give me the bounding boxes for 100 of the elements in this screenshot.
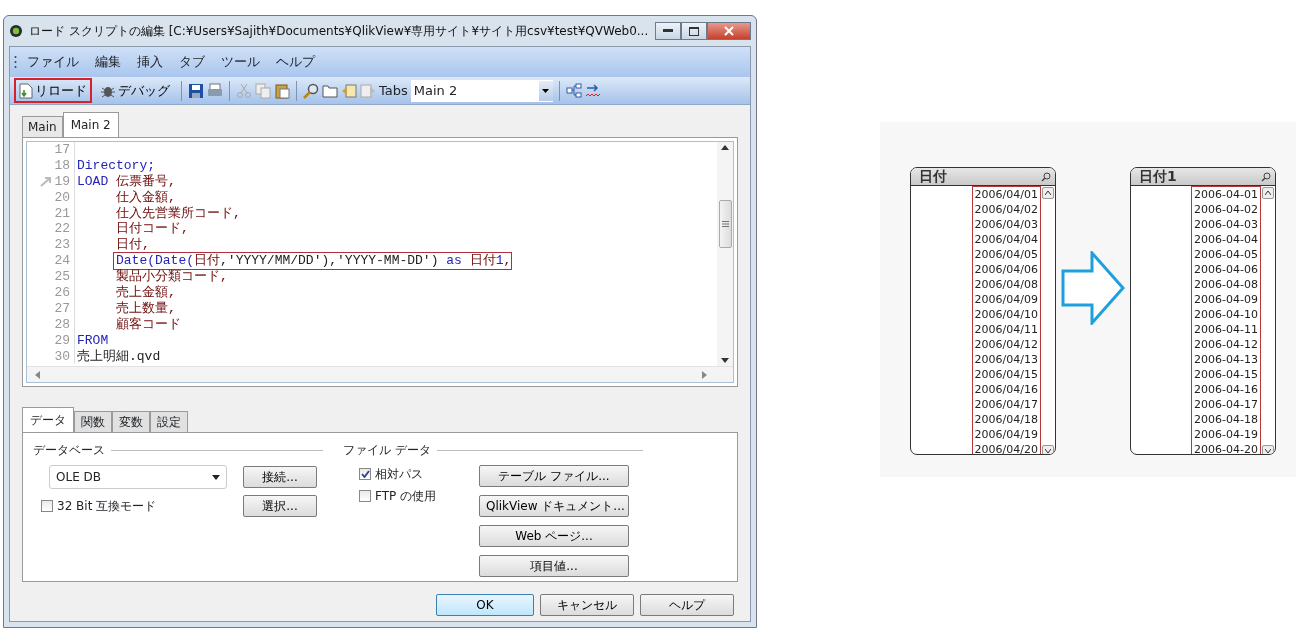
checkbox-label: 相対パス [375, 466, 423, 483]
list-value[interactable]: 2006-04-13 [1192, 352, 1260, 367]
right-arrow-icon [1061, 251, 1125, 325]
scrollbar-thumb[interactable] [718, 200, 732, 248]
list-value[interactable]: 2006-04-06 [1192, 262, 1260, 277]
list-value[interactable]: 2006/04/01 [972, 187, 1040, 202]
list-value[interactable]: 2006-04-02 [1192, 202, 1260, 217]
clipboard-icon[interactable] [274, 82, 290, 99]
checkbox-label: FTP の使用 [375, 488, 437, 505]
scroll-down-button[interactable] [1042, 445, 1054, 454]
folder-icon[interactable] [322, 82, 338, 99]
list-value[interactable]: 2006/04/03 [972, 217, 1040, 232]
file-data-button[interactable]: Web ページ... [479, 525, 629, 547]
debug-button[interactable]: デバッグ [95, 77, 175, 104]
group-label: ファイル データ [343, 442, 431, 459]
list-value[interactable]: 2006/04/15 [972, 367, 1040, 382]
dialog-button[interactable]: ヘルプ [640, 594, 734, 616]
panel-tab[interactable]: 関数 [74, 411, 112, 432]
script-tab[interactable]: Main [22, 116, 63, 137]
file-data-button[interactable]: 項目値... [479, 555, 629, 577]
list-value[interactable]: 2006/04/13 [972, 352, 1040, 367]
list-value[interactable]: 2006-04-03 [1192, 217, 1260, 232]
caret-icon [1045, 191, 1051, 195]
scroll-left-icon[interactable] [35, 370, 40, 379]
menu-item[interactable]: ファイル [21, 50, 85, 74]
connect-button[interactable]: 接続... [243, 466, 317, 488]
script-editor[interactable]: 17 18 Directory; 19 LOAD 伝票番号, 20 仕入金額, 21 仕入先営業所コード, 22 日付コード, 23 日付, 24 Date(Date(日付,'YYYY/MM/DD'),'YYYY-MM-DD') as 日付1, 25 製品小分類コード, 26 売上金額, 27 売上数量, 28 顧客コード 29 FROM 30 売上明細.qvd [26, 141, 734, 383]
select-button[interactable]: 選択... [243, 495, 317, 517]
file-data-button[interactable]: QlikView ドキュメント... [479, 495, 629, 517]
list-value[interactable]: 2006-04-04 [1192, 232, 1260, 247]
checkbox[interactable] [359, 468, 371, 480]
dialog-button[interactable]: キャンセル [540, 594, 634, 616]
list-value[interactable]: 2006-04-11 [1192, 322, 1260, 337]
panel-tab[interactable]: 設定 [150, 411, 188, 432]
tabs-dropdown[interactable]: Main 2 [410, 79, 553, 102]
maximize-button[interactable] [681, 22, 707, 40]
syntax-check-icon[interactable] [584, 82, 601, 99]
scroll-down-button[interactable] [1262, 445, 1274, 454]
list-value[interactable]: 2006/04/04 [972, 232, 1040, 247]
menu-item[interactable]: 編集 [89, 50, 127, 74]
list-value[interactable]: 2006-04-09 [1192, 292, 1260, 307]
file-data-button[interactable]: テーブル ファイル... [479, 465, 629, 487]
line-number: 17 [54, 142, 70, 158]
list-value[interactable]: 2006-04-10 [1192, 307, 1260, 322]
list-value[interactable]: 2006-04-08 [1192, 277, 1260, 292]
script-tab[interactable]: Main 2 [62, 112, 119, 137]
search-icon[interactable] [1041, 171, 1051, 182]
menu-item[interactable]: タブ [173, 50, 211, 74]
list-value[interactable]: 2006-04-18 [1192, 412, 1260, 427]
list-value[interactable]: 2006/04/06 [972, 262, 1040, 277]
list-value[interactable]: 2006/04/16 [972, 382, 1040, 397]
line-number: 28 [54, 316, 70, 333]
list-value[interactable]: 2006/04/09 [972, 292, 1040, 307]
menu-item[interactable]: 挿入 [131, 50, 169, 74]
checkbox[interactable] [359, 490, 371, 502]
scroll-up-button[interactable] [1042, 187, 1054, 199]
search-icon[interactable] [303, 82, 319, 99]
list-value[interactable]: 2006-04-20 [1192, 442, 1260, 454]
list-value[interactable]: 2006/04/17 [972, 397, 1040, 412]
dialog-button[interactable]: OK [436, 594, 534, 616]
panel-tab[interactable]: データ [22, 407, 74, 432]
reload-button[interactable]: リロード [14, 77, 92, 104]
code-line: 売上数量, [115, 300, 176, 317]
panel-tab[interactable]: 変数 [112, 411, 150, 432]
scroll-up-button[interactable] [1262, 187, 1274, 199]
line-number: 27 [54, 300, 70, 317]
list-value[interactable]: 2006/04/18 [972, 412, 1040, 427]
list-value[interactable]: 2006/04/08 [972, 277, 1040, 292]
scroll-down-icon[interactable] [721, 358, 729, 363]
list-value[interactable]: 2006/04/12 [972, 337, 1040, 352]
list-value[interactable]: 2006/04/10 [972, 307, 1040, 322]
list-value[interactable]: 2006/04/19 [972, 427, 1040, 442]
list-value[interactable]: 2006-04-12 [1192, 337, 1260, 352]
line-number: 24 [54, 253, 70, 270]
code-line: 顧客コード [115, 316, 181, 333]
list-value[interactable]: 2006-04-01 [1192, 187, 1260, 202]
code-line: Date(Date(日付,'YYYY/MM/DD'),'YYYY-MM-DD') as 日付1, [114, 253, 512, 270]
list-value[interactable]: 2006-04-05 [1192, 247, 1260, 262]
table-structure-icon[interactable] [565, 82, 582, 99]
list-box-title: 日付1 [1139, 168, 1177, 186]
close-button[interactable] [707, 22, 751, 40]
database-select[interactable]: OLE DB [49, 465, 227, 489]
menu-item[interactable]: ヘルプ [270, 50, 321, 74]
list-value[interactable]: 2006/04/05 [972, 247, 1040, 262]
list-value[interactable]: 2006-04-17 [1192, 397, 1260, 412]
list-value[interactable]: 2006-04-16 [1192, 382, 1260, 397]
scroll-up-icon[interactable] [721, 145, 729, 150]
save-icon[interactable] [188, 82, 204, 99]
list-value[interactable]: 2006/04/11 [972, 322, 1040, 337]
line-number: 21 [54, 205, 70, 222]
list-value[interactable]: 2006-04-15 [1192, 367, 1260, 382]
checkbox[interactable] [41, 500, 53, 512]
menu-item[interactable]: ツール [215, 50, 266, 74]
minimize-button[interactable] [655, 22, 681, 40]
search-icon[interactable] [1261, 171, 1271, 182]
scroll-right-icon[interactable] [702, 370, 707, 379]
list-value[interactable]: 2006/04/02 [972, 202, 1040, 217]
list-value[interactable]: 2006-04-19 [1192, 427, 1260, 442]
list-value[interactable]: 2006/04/20 [972, 442, 1040, 454]
grip-icon [14, 55, 17, 69]
